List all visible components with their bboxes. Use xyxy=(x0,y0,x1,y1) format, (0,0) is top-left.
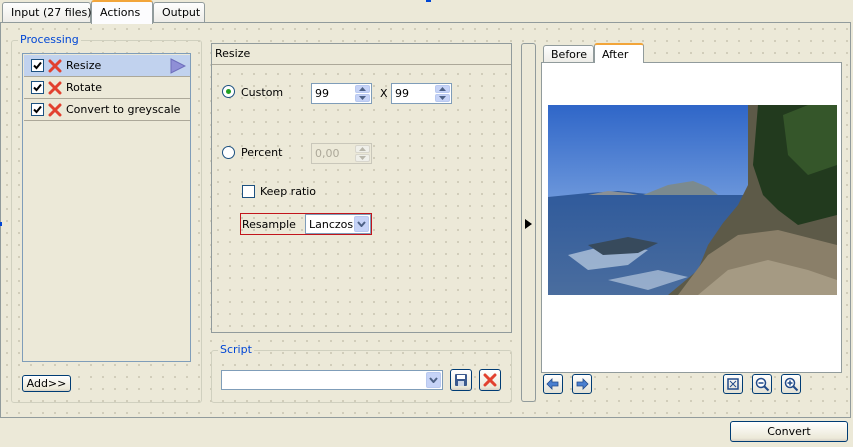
expand-arrow-icon xyxy=(525,219,532,229)
delete-icon xyxy=(483,373,497,387)
convert-button[interactable]: Convert xyxy=(730,421,848,442)
tab-indicator-mark xyxy=(426,0,431,2)
fit-icon xyxy=(727,378,739,390)
tab-input[interactable]: Input (27 files) xyxy=(2,2,92,23)
item-label: Rotate xyxy=(66,81,103,94)
percent-input[interactable]: 0,00 xyxy=(311,143,372,164)
list-item-resize[interactable]: Resize xyxy=(24,55,190,77)
zoom-out-icon xyxy=(755,377,769,391)
keep-ratio-label: Keep ratio xyxy=(260,185,317,198)
resample-select[interactable]: Lanczos xyxy=(305,214,371,234)
custom-radio[interactable] xyxy=(222,85,235,98)
height-value: 99 xyxy=(395,87,409,100)
resample-label-text: Resample xyxy=(242,218,296,231)
preview-image xyxy=(548,105,837,295)
height-input[interactable]: 99 xyxy=(391,83,452,104)
tab-output[interactable]: Output xyxy=(153,2,205,23)
delete-icon[interactable] xyxy=(48,59,62,73)
item-label: Convert to greyscale xyxy=(66,103,181,116)
arrow-left-icon xyxy=(546,378,559,390)
zoom-in-icon xyxy=(784,377,798,391)
delete-icon[interactable] xyxy=(48,81,62,95)
panel-splitter[interactable] xyxy=(521,43,536,402)
preview-frame xyxy=(541,62,842,373)
save-script-button[interactable] xyxy=(450,369,472,391)
percent-label: Percent xyxy=(241,146,283,159)
custom-label: Custom xyxy=(241,86,284,99)
save-icon xyxy=(455,374,467,386)
checkbox-greyscale[interactable] xyxy=(31,103,44,116)
processing-title: Processing xyxy=(18,33,81,46)
height-stepper[interactable] xyxy=(435,85,450,102)
delete-script-button[interactable] xyxy=(479,369,501,391)
next-button[interactable] xyxy=(572,374,592,394)
fit-to-window-button[interactable] xyxy=(723,374,743,394)
left-edge-mark xyxy=(0,222,2,226)
percent-stepper[interactable] xyxy=(355,145,370,162)
script-select[interactable] xyxy=(221,370,443,390)
checkbox-resize[interactable] xyxy=(31,59,44,72)
checkbox-rotate[interactable] xyxy=(31,81,44,94)
selected-arrow-icon xyxy=(170,58,186,74)
previous-button[interactable] xyxy=(543,374,563,394)
list-item-rotate[interactable]: Rotate xyxy=(24,77,190,99)
width-input[interactable]: 99 xyxy=(311,83,372,104)
x-separator: X xyxy=(380,87,388,100)
tab-before[interactable]: Before xyxy=(543,45,594,63)
resize-header: Resize xyxy=(212,44,511,65)
tab-after[interactable]: After xyxy=(594,43,644,63)
script-title: Script xyxy=(218,343,254,356)
resample-value: Lanczos xyxy=(309,218,354,231)
percent-radio[interactable] xyxy=(222,146,235,159)
delete-icon[interactable] xyxy=(48,103,62,117)
processing-list: Resize Rotate Convert to greyscale xyxy=(22,53,191,362)
zoom-in-button[interactable] xyxy=(781,374,801,394)
list-item-greyscale[interactable]: Convert to greyscale xyxy=(24,99,190,121)
chevron-down-icon[interactable] xyxy=(426,372,441,388)
tab-actions[interactable]: Actions xyxy=(91,0,153,24)
percent-value: 0,00 xyxy=(315,147,340,160)
width-value: 99 xyxy=(315,87,329,100)
chevron-down-icon[interactable] xyxy=(354,216,369,232)
add-button[interactable]: Add>> xyxy=(22,375,71,392)
item-label: Resize xyxy=(66,59,102,72)
zoom-out-button[interactable] xyxy=(752,374,772,394)
arrow-right-icon xyxy=(576,378,589,390)
keep-ratio-checkbox[interactable] xyxy=(242,185,255,198)
width-stepper[interactable] xyxy=(355,85,370,102)
